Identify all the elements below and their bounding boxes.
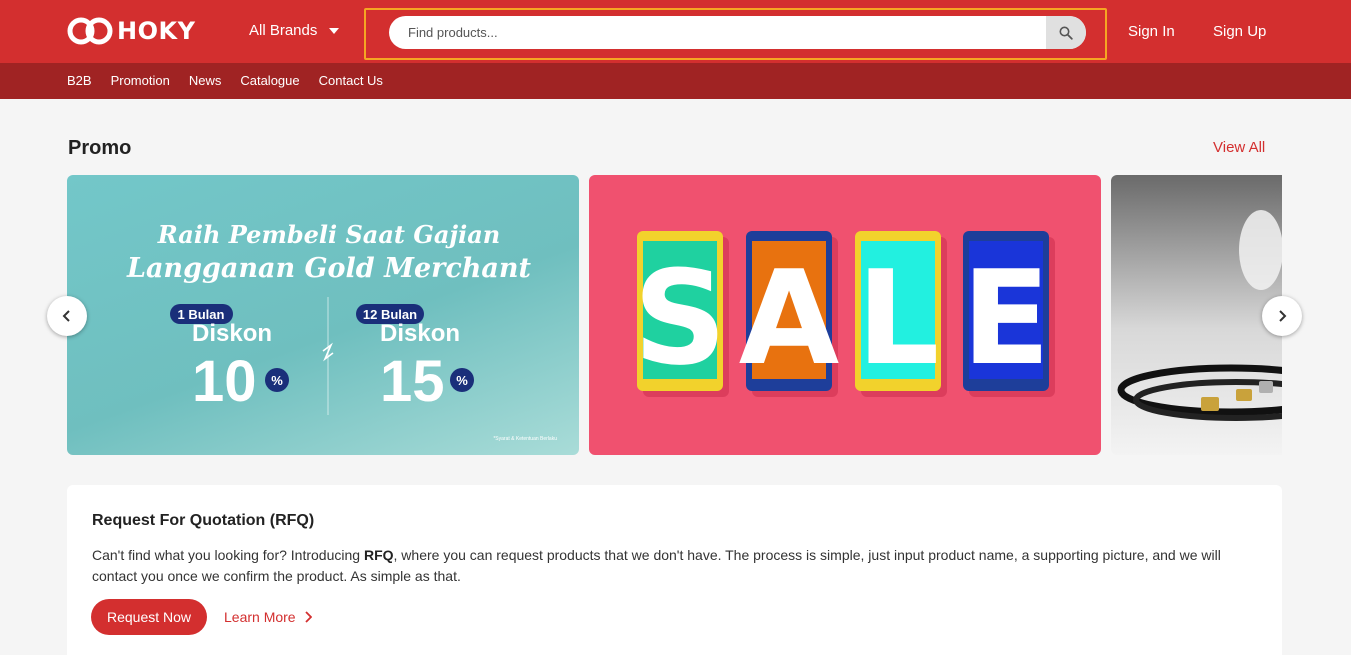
search-bar (389, 16, 1086, 49)
nav-catalogue[interactable]: Catalogue (240, 73, 299, 88)
nav-contact-us[interactable]: Contact Us (319, 73, 383, 88)
chevron-right-icon (1279, 310, 1287, 322)
sign-in-link[interactable]: Sign In (1128, 23, 1175, 40)
banner1-right-value: 15 (380, 349, 445, 414)
nav-b2b[interactable]: B2B (67, 73, 92, 88)
promo-banner-sale[interactable]: S A L E (589, 175, 1101, 455)
banner1-right-percent: % (456, 373, 468, 388)
search-input[interactable] (389, 16, 1046, 49)
all-brands-label: All Brands (249, 22, 318, 39)
banner1-line1: Raih Pembeli Saat Gajian (157, 220, 500, 249)
secondary-nav: B2B Promotion News Catalogue Contact Us (67, 73, 383, 88)
carousel-prev-button[interactable] (47, 296, 87, 336)
rfq-desc-part1: Can't find what you looking for? Introdu… (92, 547, 364, 563)
rfq-card: Request For Quotation (RFQ) Can't find w… (67, 485, 1282, 655)
search-button[interactable] (1046, 16, 1086, 49)
carousel-next-button[interactable] (1262, 296, 1302, 336)
nav-promotion[interactable]: Promotion (111, 73, 170, 88)
promo-heading: Promo (68, 137, 132, 159)
gold-merchant-artwork: Raih Pembeli Saat Gajian Langganan Gold … (126, 220, 557, 442)
sale-letter-s: S (633, 242, 727, 394)
sale-letter-l: L (857, 242, 940, 394)
rfq-title: Request For Quotation (RFQ) (92, 512, 315, 529)
logo-text: HOKY (117, 17, 196, 45)
banner1-right-label: Diskon (380, 320, 460, 347)
banner1-left-percent: % (271, 373, 283, 388)
chevron-left-icon (62, 310, 70, 322)
learn-more-link[interactable]: Learn More (224, 609, 312, 625)
all-brands-dropdown[interactable]: All Brands (249, 22, 340, 39)
sale-letter-e: E (962, 242, 1051, 394)
search-icon (1059, 26, 1073, 40)
logo-icon (67, 17, 113, 45)
request-now-button[interactable]: Request Now (91, 599, 207, 635)
banner1-left-label: Diskon (192, 320, 272, 347)
promo-banner-hose[interactable] (1111, 175, 1282, 455)
sign-up-link[interactable]: Sign Up (1213, 23, 1266, 40)
banner1-note: *Syarat & Ketentuan Berlaku (493, 436, 557, 442)
nav-news[interactable]: News (189, 73, 222, 88)
hoky-logo[interactable]: HOKY (67, 16, 195, 46)
rfq-description: Can't find what you looking for? Introdu… (92, 545, 1262, 587)
banner1-left-value: 10 (192, 349, 257, 414)
learn-more-label: Learn More (224, 609, 296, 625)
rfq-desc-bold: RFQ (363, 547, 394, 563)
chevron-right-icon (304, 611, 312, 623)
sale-artwork: S A L E (633, 231, 1055, 397)
hose-artwork (1117, 210, 1282, 421)
banner1-line2: Langganan Gold Merchant (126, 253, 532, 284)
sale-letter-a: A (739, 242, 840, 394)
promo-banner-gold-merchant[interactable]: Raih Pembeli Saat Gajian Langganan Gold … (67, 175, 579, 455)
caret-down-icon (329, 27, 340, 34)
view-all-link[interactable]: View All (1213, 139, 1265, 156)
